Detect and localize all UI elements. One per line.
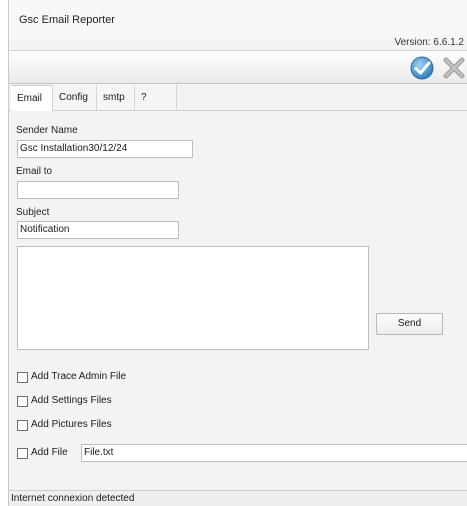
- version-label: Version: 6.6.1.2: [394, 37, 465, 48]
- checkbox-box[interactable]: [17, 420, 28, 431]
- window-title: Gsc Email Reporter: [19, 14, 115, 26]
- checkbox-box[interactable]: [17, 448, 28, 459]
- email-to-label: Email to: [16, 166, 53, 177]
- title-bar: Gsc Email Reporter Version: 6.6.1.2: [9, 0, 467, 48]
- checkbox-box[interactable]: [17, 372, 28, 383]
- close-icon: [443, 57, 465, 79]
- sender-name-field[interactable]: Gsc Installation30/12/24: [17, 140, 193, 158]
- tab-smtp[interactable]: smtp: [97, 85, 135, 110]
- add-file-path-field[interactable]: File.txt: [81, 444, 467, 462]
- message-textarea[interactable]: [17, 246, 369, 350]
- checkbox-label: Add Pictures Files: [31, 419, 112, 430]
- tab-strip: Email Config smtp ?: [9, 85, 467, 111]
- checkbox-label: Add File: [31, 447, 68, 458]
- email-to-field[interactable]: [17, 181, 179, 199]
- sender-name-label: Sender Name: [16, 125, 78, 136]
- toolbar: [9, 50, 467, 84]
- tab-help[interactable]: ?: [135, 85, 177, 110]
- app-window: Gsc Email Reporter Version: 6.6.1.2 Emai…: [8, 0, 467, 506]
- send-button[interactable]: Send: [376, 313, 443, 335]
- status-bar: Internet connexion detected: [9, 490, 467, 506]
- subject-label: Subject: [16, 207, 50, 218]
- checkbox-label: Add Settings Files: [31, 395, 112, 406]
- checkbox-label: Add Trace Admin File: [31, 371, 127, 382]
- tab-email[interactable]: Email: [11, 85, 53, 111]
- checkbox-box[interactable]: [17, 396, 28, 407]
- ok-button[interactable]: [409, 55, 435, 81]
- checkmark-icon: [410, 56, 434, 80]
- tab-config[interactable]: Config: [53, 85, 97, 110]
- close-button[interactable]: [441, 55, 467, 81]
- status-text: Internet connexion detected: [11, 493, 135, 504]
- subject-field[interactable]: Notification: [17, 221, 179, 239]
